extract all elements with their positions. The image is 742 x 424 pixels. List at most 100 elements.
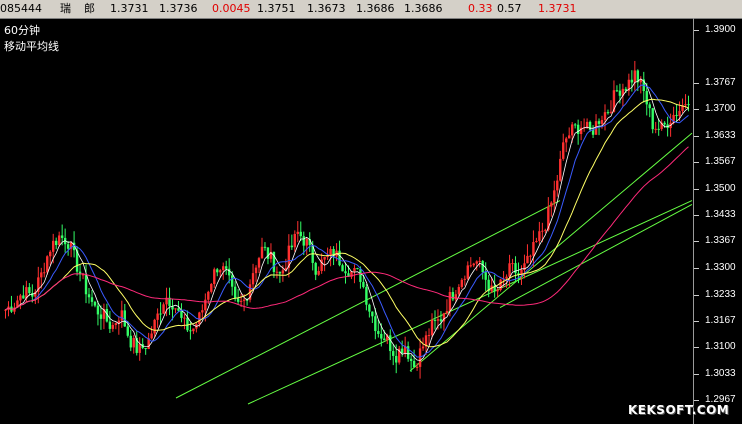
indicator-label: 移动平均线 xyxy=(4,40,59,53)
price-axis-tick-mark xyxy=(694,267,699,269)
candle-body xyxy=(344,271,347,274)
period-label: 60分钟 xyxy=(4,24,40,37)
candle-body xyxy=(239,300,243,302)
candle-body xyxy=(505,276,508,279)
price-axis-tick-mark xyxy=(694,135,699,137)
candle-body xyxy=(451,292,455,300)
candle-body xyxy=(615,90,619,92)
open-price: 1.3731 xyxy=(110,2,149,15)
candle-body xyxy=(242,299,246,301)
candle-body xyxy=(144,347,147,350)
candle-body xyxy=(392,351,395,356)
candle-body xyxy=(162,304,165,314)
candle-body xyxy=(469,265,472,267)
price-axis-tick-label: 1.3567 xyxy=(705,156,736,168)
candle-body xyxy=(538,231,541,241)
instrument-code: 085444 xyxy=(0,2,42,15)
candle-body xyxy=(251,273,255,285)
candle-body xyxy=(657,128,660,130)
candle-body xyxy=(585,121,589,128)
candle-body xyxy=(108,321,112,329)
price-plot-area[interactable] xyxy=(0,18,694,424)
candle-body xyxy=(395,355,398,363)
bid-price: 1.3686 xyxy=(404,2,443,15)
candle-body xyxy=(93,301,97,306)
candle-body xyxy=(123,310,126,327)
candle-body xyxy=(675,114,678,117)
candle-body xyxy=(588,121,592,130)
candle-body xyxy=(111,325,115,329)
candle-body xyxy=(365,287,368,305)
price-axis-tick-mark xyxy=(694,109,699,111)
candle-body xyxy=(648,104,651,109)
candle-body xyxy=(570,124,574,136)
candle-body xyxy=(96,305,100,315)
price-axis-tick-label: 1.3100 xyxy=(705,341,736,353)
candle-body xyxy=(427,335,431,337)
spread-value: 0.57 xyxy=(497,2,522,15)
candle-body xyxy=(323,257,326,260)
candle-body xyxy=(129,335,132,348)
candle-body xyxy=(87,294,91,298)
candle-body xyxy=(603,112,607,121)
latest-price: 1.3731 xyxy=(538,2,577,15)
candle-body xyxy=(529,255,532,257)
price-axis-tick-label: 1.3433 xyxy=(705,209,736,221)
candle-body xyxy=(463,278,467,280)
candle-body xyxy=(49,251,52,257)
candle-body xyxy=(553,190,556,203)
candle-body xyxy=(281,270,285,274)
candle-body xyxy=(576,124,580,135)
candle-body xyxy=(57,235,61,246)
low-price: 1.3673 xyxy=(307,2,346,15)
chart-window: 085444 瑞 郎 1.3731 1.3736 0.0045 1.3751 1… xyxy=(0,0,742,424)
candle-body xyxy=(380,333,383,339)
candle-body xyxy=(389,335,392,352)
candle-body xyxy=(186,317,189,331)
candle-body xyxy=(132,338,135,348)
candle-body xyxy=(183,317,186,319)
candle-body xyxy=(299,231,302,237)
candle-body xyxy=(678,110,681,117)
candle-body xyxy=(99,314,103,319)
candle-body xyxy=(46,256,49,273)
candle-body xyxy=(550,202,553,207)
candle-body xyxy=(216,269,219,273)
candle-body xyxy=(227,268,231,276)
moving-average-60 xyxy=(5,146,689,311)
candle-body xyxy=(293,233,297,248)
candle-body xyxy=(606,112,610,114)
candle-body xyxy=(233,286,237,299)
candle-body xyxy=(630,79,634,83)
price-chart-svg xyxy=(4,60,693,405)
candle-body xyxy=(302,236,305,246)
candle-body xyxy=(415,366,419,368)
candle-body xyxy=(156,313,159,320)
candle-body xyxy=(263,246,267,248)
candle-body xyxy=(19,295,22,301)
price-axis-tick-label: 1.3900 xyxy=(705,24,736,35)
candle-body xyxy=(84,274,88,295)
candle-body xyxy=(651,108,654,130)
candle-body xyxy=(204,299,207,311)
candle-body xyxy=(180,310,183,318)
candle-body xyxy=(230,275,234,287)
candle-body xyxy=(317,270,320,275)
candle-body xyxy=(222,266,225,271)
candle-body xyxy=(43,272,46,274)
price-axis-tick-label: 1.3500 xyxy=(705,182,736,194)
candle-body xyxy=(359,269,362,282)
price-axis-tick-label: 1.3233 xyxy=(705,288,736,300)
candle-body xyxy=(305,239,308,246)
candle-body xyxy=(260,246,264,259)
candle-body xyxy=(541,230,544,232)
channel-line xyxy=(247,200,693,405)
price-axis-tick-label: 1.3367 xyxy=(705,235,736,247)
candle-body xyxy=(383,338,386,341)
change-percent: 0.33 xyxy=(468,2,493,15)
price-axis-tick-mark xyxy=(694,82,699,84)
channel-line xyxy=(175,200,561,399)
candle-body xyxy=(54,240,58,246)
candle-body xyxy=(484,272,487,280)
price-axis-tick-mark xyxy=(694,347,699,349)
